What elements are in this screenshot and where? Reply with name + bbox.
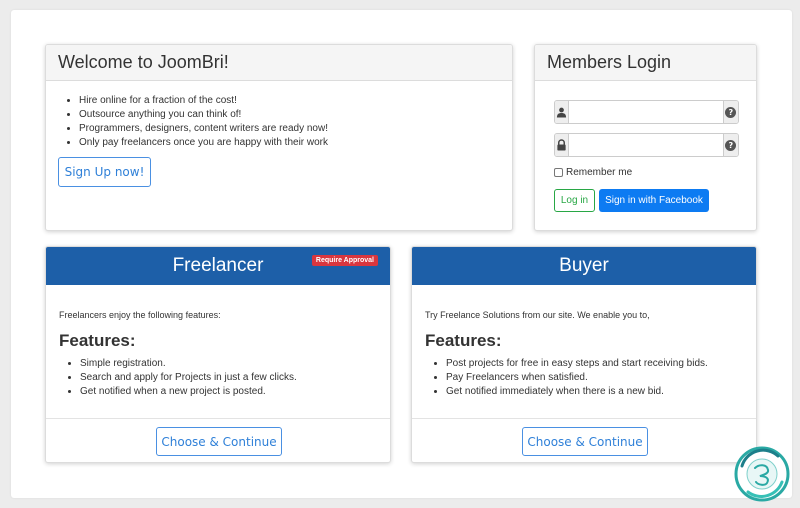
log-in-button[interactable]: Log in	[554, 189, 595, 212]
buyer-features-list: Post projects for free in easy steps and…	[446, 357, 708, 399]
welcome-benefits-list: Hire online for a fraction of the cost! …	[79, 94, 512, 150]
welcome-title: Welcome to JoomBri!	[46, 45, 512, 81]
login-title: Members Login	[535, 45, 756, 81]
username-input[interactable]	[568, 101, 723, 123]
password-input-group: ?	[554, 133, 739, 157]
facebook-sign-in-button[interactable]: Sign in with Facebook	[599, 189, 709, 212]
freelancer-title: Freelancer	[172, 255, 264, 276]
question-icon: ?	[725, 106, 737, 118]
list-item: Only pay freelancers once you are happy …	[79, 136, 512, 150]
list-item: Pay Freelancers when satisfied.	[446, 371, 708, 385]
buyer-choose-continue-button[interactable]: Choose & Continue	[522, 427, 648, 456]
buyer-plan-card: Buyer Try Freelance Solutions from our s…	[411, 246, 757, 463]
buyer-features-heading: Features:	[425, 331, 502, 350]
remember-me-label: Remember me	[566, 167, 633, 178]
freelancer-header: Freelancer Require Approval	[46, 247, 390, 285]
list-item: Outsource anything you can think of!	[79, 108, 512, 122]
remember-me-checkbox[interactable]	[554, 168, 563, 177]
sign-up-button[interactable]: Sign Up now!	[58, 157, 151, 187]
require-approval-badge: Require Approval	[311, 255, 378, 266]
welcome-card: Welcome to JoomBri! Hire online for a fr…	[45, 44, 513, 231]
buyer-header: Buyer	[412, 247, 756, 285]
password-input[interactable]	[568, 134, 723, 156]
question-icon: ?	[725, 139, 737, 151]
freelancer-features-list: Simple registration. Search and apply fo…	[80, 357, 297, 399]
freelancer-choose-continue-button[interactable]: Choose & Continue	[156, 427, 282, 456]
logo-badge-icon[interactable]	[734, 446, 790, 502]
freelancer-features-heading: Features:	[59, 331, 136, 350]
divider	[412, 418, 756, 419]
password-help-icon[interactable]: ?	[722, 134, 738, 156]
username-help-icon[interactable]: ?	[722, 101, 738, 123]
freelancer-plan-card: Freelancer Require Approval Freelancers …	[45, 246, 391, 463]
buyer-title: Buyer	[559, 255, 609, 276]
list-item: Search and apply for Projects in just a …	[80, 371, 297, 385]
list-item: Post projects for free in easy steps and…	[446, 357, 708, 371]
members-login-card: Members Login ? ? Remember me Log in Sig…	[534, 44, 757, 231]
user-icon	[555, 101, 569, 123]
freelancer-intro: Freelancers enjoy the following features…	[59, 310, 221, 320]
buyer-intro: Try Freelance Solutions from our site. W…	[425, 310, 650, 320]
list-item: Get notified when a new project is poste…	[80, 385, 297, 399]
divider	[46, 418, 390, 419]
list-item: Hire online for a fraction of the cost!	[79, 94, 512, 108]
list-item: Programmers, designers, content writers …	[79, 122, 512, 136]
list-item: Simple registration.	[80, 357, 297, 371]
username-input-group: ?	[554, 100, 739, 124]
lock-icon	[555, 134, 569, 156]
list-item: Get notified immediately when there is a…	[446, 385, 708, 399]
remember-me[interactable]: Remember me	[554, 167, 632, 178]
